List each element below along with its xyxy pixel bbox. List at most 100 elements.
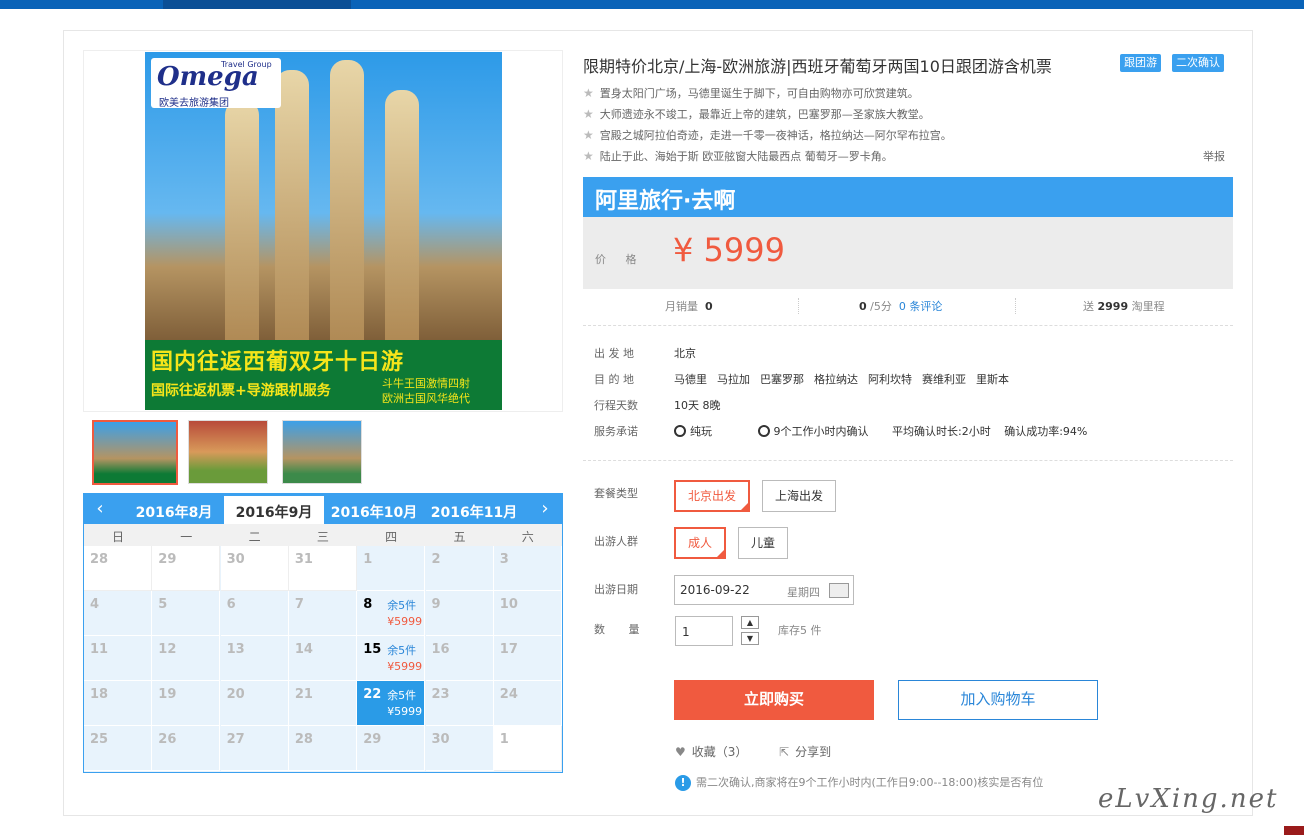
weekday-label: 日 [111, 530, 124, 544]
day-price: ¥5999 [387, 705, 423, 718]
brand-name: 阿里旅行·去啊 [595, 189, 736, 214]
calendar-day: 21 [288, 681, 357, 726]
weekday-label: 一 [180, 530, 193, 544]
quantity-input[interactable]: 1 [675, 616, 733, 646]
day-number: 4 [90, 597, 100, 612]
buy-now-button[interactable]: 立即购买 [674, 680, 874, 720]
next-month-icon[interactable]: › [535, 498, 555, 519]
day-number: 2 [431, 552, 441, 567]
calendar-icon[interactable] [829, 583, 849, 598]
day-stock: 余5件 [387, 599, 417, 612]
calendar-day: 2 [425, 546, 494, 591]
calendar-day: 30 [220, 546, 289, 591]
calendar-day: 28 [84, 546, 152, 591]
calendar-day: 1 [357, 546, 426, 591]
calendar-day: 9 [425, 591, 494, 636]
main-product-image: Omega Travel Group 欧美去旅游集团 国内往返西葡双牙十日游 国… [83, 50, 563, 412]
qty-up-icon[interactable]: ▲ [741, 616, 759, 629]
day-number: 16 [431, 642, 450, 657]
package-option-beijing[interactable]: 北京出发 [674, 480, 751, 512]
calendar-day: 23 [425, 681, 494, 726]
calendar-day: 17 [493, 636, 562, 681]
qty-down-icon[interactable]: ▼ [741, 632, 759, 645]
watermark: eLvXing.net [1098, 784, 1279, 814]
month-tab-nov[interactable]: 2016年11月 [424, 502, 524, 522]
day-number: 1 [363, 552, 373, 567]
thumbnail-3[interactable] [282, 420, 362, 484]
qty-label: 数 量 [594, 623, 650, 636]
calendar-day: 13 [220, 636, 289, 681]
day-number: 13 [226, 642, 245, 657]
destination-item: 马德里 [674, 373, 707, 386]
calendar-day[interactable]: 8 余5件 ¥5999 [357, 591, 426, 636]
day-number: 23 [431, 687, 450, 702]
calendar-day: 26 [152, 726, 221, 771]
day-number: 7 [294, 597, 304, 612]
calendar-day: 3 [493, 546, 562, 591]
brand-header: 阿里旅行·去啊 [583, 177, 1233, 217]
divider [583, 460, 1233, 461]
date-input[interactable]: 2016-09-22 星期四 [674, 575, 854, 605]
tag-second-confirm: 二次确认 [1172, 54, 1224, 72]
corner-decoration [1284, 826, 1304, 835]
star-icon: ★ [583, 86, 594, 100]
share-icon: ⇱ [779, 745, 790, 759]
calendar-day[interactable]: 22 余5件 ¥5999 [357, 681, 426, 726]
calendar-day: 14 [288, 636, 357, 681]
calendar-day: 1 [493, 726, 562, 771]
top-nav-active-tab[interactable] [163, 0, 351, 9]
weekday-label: 三 [316, 530, 329, 544]
day-price: ¥5999 [387, 615, 423, 628]
calendar-day: 5 [152, 591, 221, 636]
date-label: 出游日期 [594, 583, 638, 596]
day-number: 28 [90, 552, 109, 567]
poster-banner: 国内往返西葡双牙十日游 国际往返机票+导游跟机服务 斗牛王国激情四射 欧洲古国风华… [145, 340, 502, 410]
day-number: 30 [431, 732, 450, 747]
month-tab-sep[interactable]: 2016年9月 [224, 496, 324, 524]
calendar-day: 12 [152, 636, 221, 681]
prev-month-icon[interactable]: ‹ [90, 498, 110, 519]
calendar-day: 29 [357, 726, 426, 771]
crowd-label: 出游人群 [594, 535, 638, 548]
calendar-day[interactable]: 15 余5件 ¥5999 [357, 636, 426, 681]
month-tab-aug[interactable]: 2016年8月 [124, 502, 224, 522]
poster-side-text: 斗牛王国激情四射 欧洲古国风华绝代 [382, 377, 470, 405]
calendar-day: 31 [288, 546, 357, 591]
reviews-link[interactable]: 0 条评论 [899, 300, 943, 313]
weekday-label: 六 [521, 530, 534, 544]
crowd-option-child[interactable]: 儿童 [738, 527, 789, 559]
thumbnail-2[interactable] [188, 420, 268, 484]
add-to-cart-button[interactable]: 加入购物车 [898, 680, 1098, 720]
destination-item: 赛维利亚 [922, 373, 966, 386]
rating: 0 /5分 0 条评论 [859, 300, 943, 313]
weekday-row: 日一二三四五六 [84, 524, 562, 546]
day-number: 29 [158, 552, 177, 567]
crowd-option-adult[interactable]: 成人 [674, 527, 727, 559]
day-number: 11 [90, 642, 109, 657]
weekday-label: 五 [453, 530, 466, 544]
day-number: 12 [158, 642, 177, 657]
day-number: 19 [158, 687, 177, 702]
day-number: 15 [363, 642, 382, 657]
favorite-button[interactable]: ♥ 收藏（3） [675, 743, 747, 760]
day-number: 9 [431, 597, 441, 612]
report-link[interactable]: 举报 [1203, 148, 1225, 164]
calendar-day: 10 [493, 591, 562, 636]
calendar-header: ‹ 2016年8月 2016年9月 2016年10月 2016年11月 › [84, 494, 562, 524]
month-tab-oct[interactable]: 2016年10月 [324, 502, 424, 522]
stats-bar: 月销量 0 0 /5分 0 条评论 送 2999 淘里程 [583, 296, 1233, 316]
calendar-day: 4 [84, 591, 152, 636]
calendar-day: 25 [84, 726, 152, 771]
calendar-day: 28 [288, 726, 357, 771]
top-nav-bar [0, 0, 1304, 9]
day-number: 8 [363, 597, 373, 612]
feature-item: ★ 陆止于此、海始于斯 欧亚舷窗大陆最西点 葡萄牙—罗卡角。 [583, 149, 893, 163]
day-number: 5 [158, 597, 168, 612]
package-option-shanghai[interactable]: 上海出发 [762, 480, 837, 512]
day-number: 27 [226, 732, 245, 747]
share-button[interactable]: ⇱ 分享到 [779, 743, 831, 760]
day-number: 17 [499, 642, 518, 657]
confirm-notice: ! 需二次确认,商家将在9个工作小时内(工作日9:00--18:00)核实是否有位 [675, 774, 1043, 791]
thumbnail-1[interactable] [92, 420, 178, 485]
calendar-day: 16 [425, 636, 494, 681]
